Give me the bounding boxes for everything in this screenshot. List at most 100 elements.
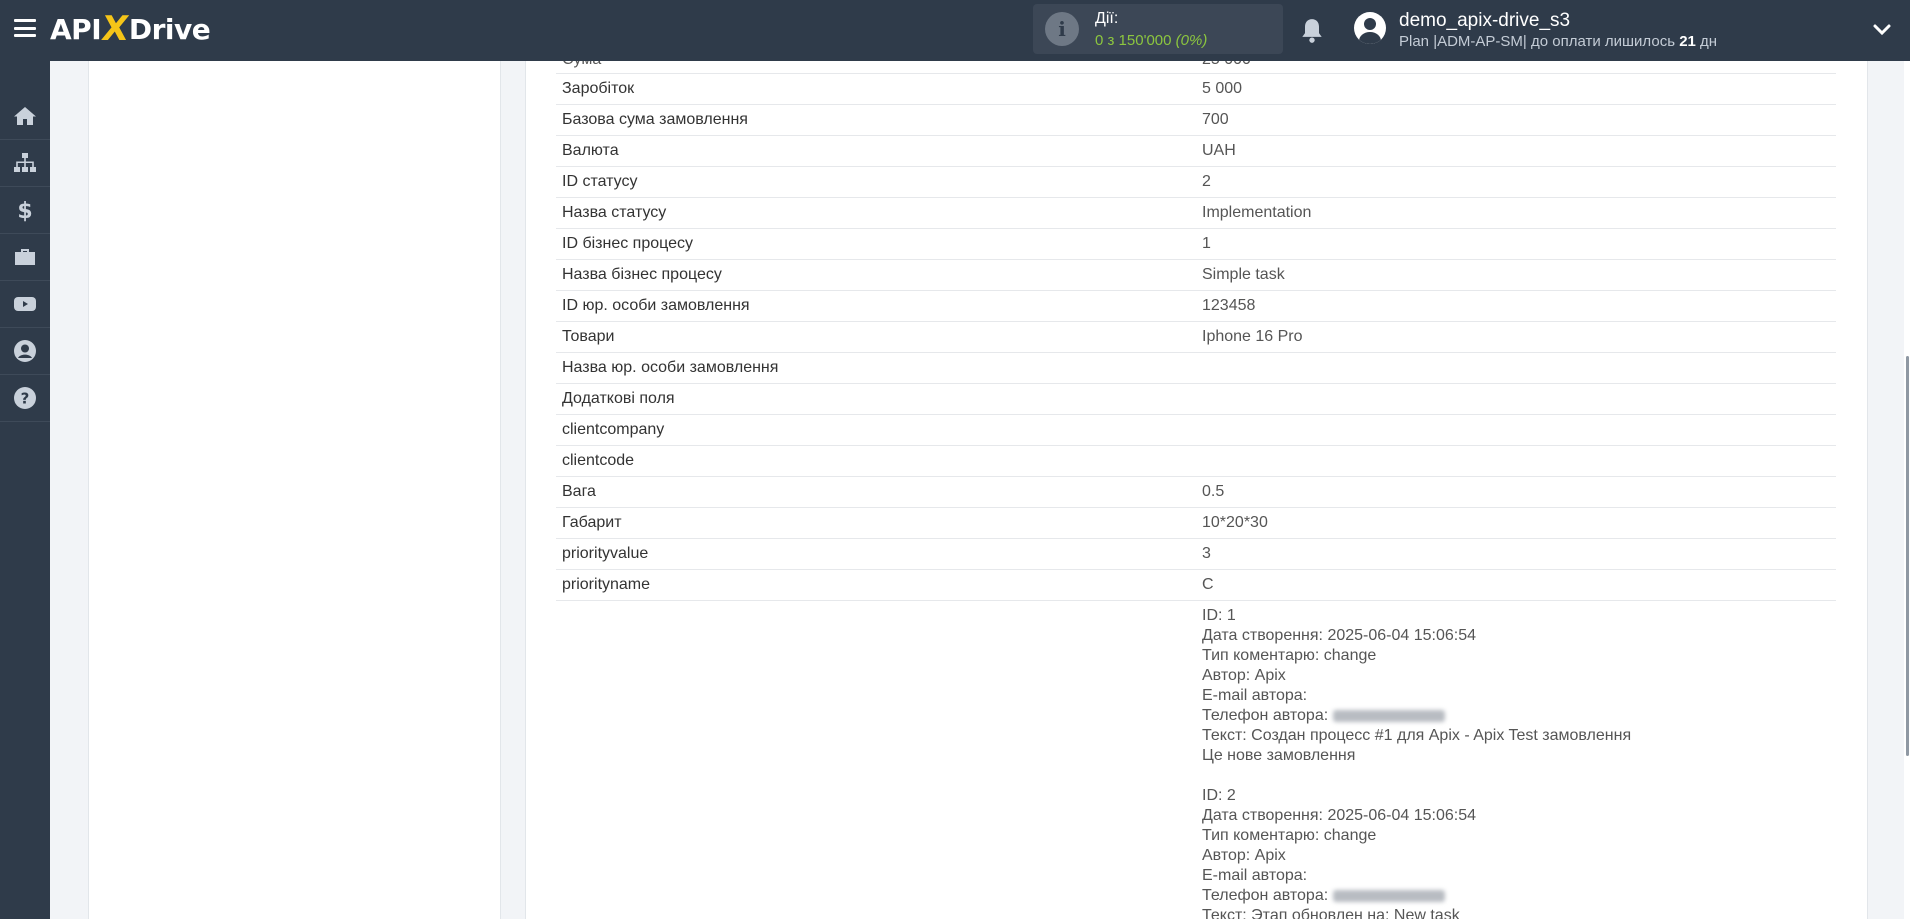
comment-email: E-mail автора: <box>1202 687 1308 704</box>
field-name: Назва юр. особи замовлення <box>562 359 779 376</box>
sidebar: $ ? <box>0 61 50 919</box>
sidebar-item-home[interactable] <box>0 93 50 140</box>
table-row: priorityvalue 3 <box>556 539 1836 570</box>
briefcase-icon <box>15 249 35 265</box>
avatar[interactable] <box>1354 12 1386 44</box>
top-header: API X Drive i Дії: 0 з 150'000 (0%) demo_a… <box>0 0 1910 61</box>
comment-text: Текст: Этап обновлен на: New task <box>1202 907 1460 919</box>
table-row: Сума 25 000 <box>556 61 1836 74</box>
field-value: 3 <box>1202 545 1211 562</box>
comment-id: ID: 1 <box>1202 607 1236 624</box>
field-name: Назва статусу <box>562 204 667 221</box>
table-row: Назва статусу Implementation <box>556 198 1836 229</box>
field-name: priorityvalue <box>562 545 649 562</box>
field-value: Implementation <box>1202 204 1312 221</box>
data-table: Сума 25 000 Заробіток 5 000 Базова сума з… <box>556 61 1836 601</box>
comment-phone-row: Телефон автора: <box>1202 706 1631 726</box>
field-name: priorityname <box>562 576 651 593</box>
comment-email: E-mail автора: <box>1202 867 1308 884</box>
table-row: Товари Iphone 16 Pro <box>556 322 1836 353</box>
field-name: Базова сума замовлення <box>562 111 748 128</box>
comment-type: Тип коментарю: change <box>1202 647 1377 664</box>
table-row: clientcompany <box>556 415 1836 446</box>
chevron-down-icon[interactable] <box>1872 20 1892 40</box>
sidebar-item-billing[interactable]: $ <box>0 187 50 234</box>
dollar-icon: $ <box>17 199 32 222</box>
field-value: 25 000 <box>1202 61 1251 69</box>
sidebar-item-video[interactable] <box>0 281 50 328</box>
home-icon <box>14 107 36 125</box>
field-value: 10*20*30 <box>1202 514 1268 531</box>
comment-id: ID: 2 <box>1202 787 1236 804</box>
table-row: ID юр. особи замовлення 123458 <box>556 291 1836 322</box>
table-row: Заробіток 5 000 <box>556 74 1836 105</box>
actions-label: Дії: <box>1095 10 1119 27</box>
comment-text: Текст: Создан процесс #1 для Apix - Apix… <box>1202 727 1632 744</box>
field-value: C <box>1202 576 1214 593</box>
field-value: 2 <box>1202 173 1211 190</box>
info-icon[interactable]: i <box>1045 12 1079 46</box>
field-name: ID юр. особи замовлення <box>562 297 750 314</box>
field-name: Вага <box>562 483 596 500</box>
svg-text:?: ? <box>21 390 30 408</box>
user-circle-icon <box>14 340 36 362</box>
field-value: 700 <box>1202 111 1229 128</box>
sidebar-item-profile[interactable] <box>0 328 50 375</box>
sidebar-item-services[interactable] <box>0 234 50 281</box>
actions-count: 0 з 150'000 (0%) <box>1095 32 1208 49</box>
sidebar-item-connections[interactable] <box>0 140 50 187</box>
username[interactable]: demo_apix-drive_s3 <box>1399 10 1570 32</box>
field-value: 0.5 <box>1202 483 1225 500</box>
table-row: ID статусу 2 <box>556 167 1836 198</box>
field-value: 5 000 <box>1202 80 1243 97</box>
field-name: Додаткові поля <box>562 390 675 407</box>
table-row: ID бізнес процесу 1 <box>556 229 1836 260</box>
comment-date: Дата створення: 2025-06-04 15:06:54 <box>1202 807 1477 824</box>
table-row: Валюта UAH <box>556 136 1836 167</box>
comment-date: Дата створення: 2025-06-04 15:06:54 <box>1202 627 1477 644</box>
table-row: Назва бізнес процесу Simple task <box>556 260 1836 291</box>
table-row: Додаткові поля <box>556 384 1836 415</box>
field-value: UAH <box>1202 142 1236 159</box>
field-name: ID статусу <box>562 173 638 190</box>
table-row: priorityname C <box>556 570 1836 601</box>
field-name: clientcode <box>562 452 635 469</box>
table-row: Вага 0.5 <box>556 477 1836 508</box>
field-value: 123458 <box>1202 297 1256 314</box>
left-panel <box>88 61 501 919</box>
comment-phone: Телефон автора: <box>1202 707 1329 724</box>
field-name: ID бізнес процесу <box>562 235 694 252</box>
field-value: Iphone 16 Pro <box>1202 328 1303 345</box>
table-row: clientcode <box>556 446 1836 477</box>
field-name: Товари <box>562 328 615 345</box>
apixdrive-logo[interactable]: API X Drive <box>50 9 211 49</box>
field-name: Сума <box>562 61 601 69</box>
comment-phone: Телефон автора: <box>1202 887 1329 904</box>
comment-text-line: Це нове замовлення <box>1202 747 1356 764</box>
comments-value: ID: 1 Дата створення: 2025-06-04 15:06:5… <box>1202 606 1631 919</box>
sitemap-icon <box>14 153 36 172</box>
redacted-phone <box>1332 889 1445 902</box>
comment-author: Автор: Apix <box>1202 667 1286 684</box>
comment-phone-row: Телефон автора: <box>1202 886 1631 906</box>
bell-icon[interactable] <box>1299 17 1325 45</box>
question-circle-icon: ? <box>14 387 36 409</box>
youtube-icon <box>14 297 36 311</box>
comment-author: Автор: Apix <box>1202 847 1286 864</box>
menu-burger-icon[interactable] <box>14 19 36 37</box>
field-name: clientcompany <box>562 421 665 438</box>
table-row: Габарит 10*20*30 <box>556 508 1836 539</box>
comment-type: Тип коментарю: change <box>1202 827 1377 844</box>
redacted-phone <box>1332 709 1445 722</box>
plan-info: Plan |ADM-AP-SM| до оплати лишилось 21 д… <box>1399 33 1718 50</box>
actions-counter: i Дії: 0 з 150'000 (0%) <box>1033 4 1283 54</box>
scrollbar-thumb[interactable] <box>1906 356 1909 756</box>
table-row: Базова сума замовлення 700 <box>556 105 1836 136</box>
svg-text:$: $ <box>17 199 32 222</box>
field-name: Заробіток <box>562 80 635 97</box>
field-value: Simple task <box>1202 266 1285 283</box>
field-name: Назва бізнес процесу <box>562 266 722 283</box>
table-row: Назва юр. особи замовлення <box>556 353 1836 384</box>
sidebar-item-help[interactable]: ? <box>0 375 50 422</box>
data-panel: Сума 25 000 Заробіток 5 000 Базова сума з… <box>525 61 1868 919</box>
